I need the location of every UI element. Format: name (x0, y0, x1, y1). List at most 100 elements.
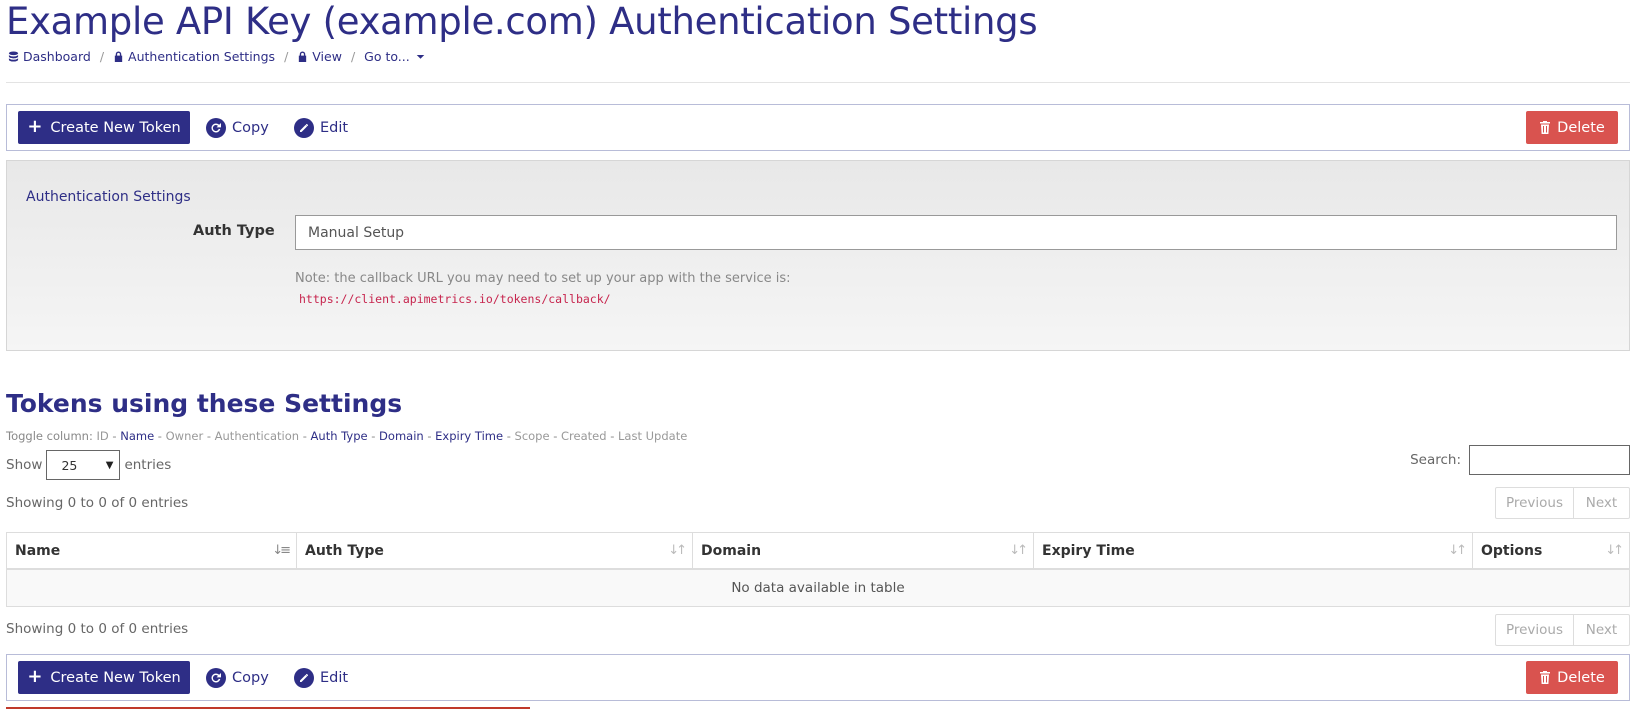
toggle-column-scope[interactable]: Scope (515, 429, 550, 443)
table-header: Name ↓≡ Auth Type ↓↑ Domain ↓↑ Expiry Ti… (7, 533, 1629, 570)
pencil-icon (294, 667, 314, 688)
pagination-top: Previous Next (1495, 487, 1630, 519)
toggle-prefix: Toggle column: (6, 429, 93, 443)
previous-page-button[interactable]: Previous (1496, 615, 1574, 645)
caret-down-icon (416, 55, 424, 59)
column-label: Options (1481, 542, 1543, 559)
create-new-token-label: Create New Token (50, 669, 181, 686)
column-header-auth-type[interactable]: Auth Type ↓↑ (297, 533, 693, 568)
column-header-expiry-time[interactable]: Expiry Time ↓↑ (1034, 533, 1473, 568)
page-size-control: Show 25 ▼ entries (6, 450, 171, 480)
entries-label: entries (124, 457, 172, 473)
search-input[interactable] (1469, 445, 1630, 475)
next-page-button[interactable]: Next (1574, 488, 1629, 518)
breadcrumb-separator: / (350, 49, 356, 64)
breadcrumb-separator: / (99, 49, 105, 64)
sort-icon: ↓↑ (1448, 543, 1467, 558)
trash-icon (1540, 671, 1551, 684)
breadcrumb-label: Dashboard (23, 49, 91, 64)
toggle-column-id[interactable]: ID (97, 429, 109, 443)
action-toolbar-bottom: + Create New Token Copy Edit Delete (6, 654, 1630, 701)
database-icon (8, 51, 19, 62)
column-header-domain[interactable]: Domain ↓↑ (693, 533, 1034, 568)
copy-label: Copy (232, 119, 269, 136)
plus-icon: + (27, 115, 43, 137)
delete-label: Delete (1557, 669, 1605, 686)
breadcrumb-label: Authentication Settings (128, 49, 276, 64)
edit-button[interactable]: Edit (294, 111, 348, 144)
column-header-name[interactable]: Name ↓≡ (7, 533, 297, 568)
lock-icon (299, 51, 307, 62)
tokens-table: Name ↓≡ Auth Type ↓↑ Domain ↓↑ Expiry Ti… (6, 532, 1630, 607)
create-new-token-label: Create New Token (50, 119, 181, 136)
auth-type-label: Auth Type (193, 223, 275, 239)
delete-button[interactable]: Delete (1526, 661, 1618, 694)
action-toolbar-top: + Create New Token Copy Edit Delete (6, 104, 1630, 151)
progress-bar-edge (6, 707, 530, 709)
page-size-select[interactable]: 25 ▼ (46, 450, 121, 480)
column-label: Name (15, 542, 61, 559)
copy-label: Copy (232, 669, 269, 686)
toggle-column-owner[interactable]: Owner (166, 429, 204, 443)
toggle-column-expiry-time[interactable]: Expiry Time (435, 429, 503, 443)
toggle-column-auth-type[interactable]: Auth Type (311, 429, 368, 443)
column-label: Auth Type (305, 542, 384, 559)
create-new-token-button[interactable]: + Create New Token (18, 111, 190, 144)
breadcrumb-goto-dropdown[interactable]: Go to... (364, 49, 425, 64)
create-new-token-button[interactable]: + Create New Token (18, 661, 190, 694)
previous-page-button[interactable]: Previous (1496, 488, 1574, 518)
lock-icon (114, 51, 123, 62)
trash-icon (1540, 121, 1551, 134)
edit-label: Edit (320, 119, 349, 136)
caret-down-icon: ▼ (105, 459, 114, 471)
callback-note: Note: the callback URL you may need to s… (295, 271, 791, 286)
pencil-icon (294, 117, 314, 138)
breadcrumb-item-view[interactable]: View (297, 49, 342, 64)
toggle-column-authentication[interactable]: Authentication (215, 429, 299, 443)
table-info-bottom: Showing 0 to 0 of 0 entries (6, 621, 189, 637)
edit-label: Edit (320, 669, 349, 686)
callback-url: https://client.apimetrics.io/tokens/call… (299, 292, 611, 306)
settings-heading: Authentication Settings (26, 189, 191, 205)
toggle-column-name[interactable]: Name (120, 429, 154, 443)
auth-type-value: Manual Setup (308, 224, 405, 241)
edit-button[interactable]: Edit (294, 661, 348, 694)
divider (6, 82, 1630, 83)
show-label: Show (6, 457, 43, 473)
delete-label: Delete (1557, 119, 1605, 136)
copy-button[interactable]: Copy (206, 661, 269, 694)
toggle-column-domain[interactable]: Domain (379, 429, 424, 443)
breadcrumb-separator: / (284, 49, 289, 64)
sort-icon: ↓↑ (1605, 543, 1624, 558)
empty-table-message: No data available in table (7, 570, 1629, 606)
auth-type-field[interactable]: Manual Setup (295, 215, 1617, 250)
breadcrumb-label: Go to... (364, 49, 410, 64)
delete-button[interactable]: Delete (1526, 111, 1618, 144)
tokens-section-title: Tokens using these Settings (6, 389, 403, 418)
copy-button[interactable]: Copy (206, 111, 269, 144)
copy-icon (206, 667, 226, 688)
breadcrumb-item-auth-settings[interactable]: Authentication Settings (113, 49, 275, 64)
breadcrumb-item-dashboard[interactable]: Dashboard (8, 49, 91, 64)
authentication-settings-panel: Authentication Settings Auth Type Manual… (6, 160, 1630, 351)
copy-icon (206, 117, 226, 138)
pagination-bottom: Previous Next (1495, 614, 1630, 646)
column-header-options[interactable]: Options ↓↑ (1473, 533, 1629, 568)
sort-icon: ↓↑ (1009, 543, 1028, 558)
toggle-column-created[interactable]: Created (561, 429, 607, 443)
toggle-column-last-update[interactable]: Last Update (618, 429, 687, 443)
page-title: Example API Key (example.com) Authentica… (6, 0, 1038, 43)
breadcrumb: Dashboard / Authentication Settings / Vi… (8, 49, 425, 64)
plus-icon: + (27, 665, 43, 687)
breadcrumb-label: View (312, 49, 342, 64)
table-search: Search: (1410, 445, 1630, 475)
next-page-button[interactable]: Next (1574, 615, 1629, 645)
toggle-columns: Toggle column: ID - Name - Owner - Authe… (6, 429, 688, 443)
column-label: Expiry Time (1042, 542, 1135, 559)
sort-icon: ↓↑ (668, 543, 687, 558)
column-label: Domain (701, 542, 762, 559)
page-size-value: 25 (61, 457, 78, 473)
sort-ascending-icon: ↓≡ (272, 543, 291, 558)
search-label: Search: (1410, 452, 1461, 468)
table-info-top: Showing 0 to 0 of 0 entries (6, 495, 189, 511)
